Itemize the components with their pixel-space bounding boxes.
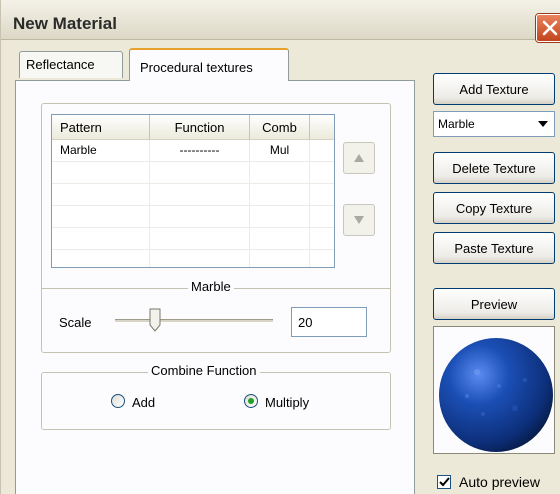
combine-function-group xyxy=(41,372,391,430)
marble-group-label: Marble xyxy=(188,279,234,294)
tab-reflectance[interactable]: Reflectance xyxy=(19,51,123,78)
table-row[interactable] xyxy=(52,184,334,206)
scale-slider-thumb[interactable] xyxy=(149,308,161,335)
cell-function xyxy=(150,206,250,228)
cell-pattern xyxy=(52,250,150,267)
tab-procedural-textures[interactable]: Procedural textures xyxy=(129,48,289,81)
cell-pattern xyxy=(52,206,150,228)
cell-comb xyxy=(250,206,310,228)
cell-function xyxy=(150,250,250,267)
add-texture-button[interactable]: Add Texture xyxy=(433,73,555,105)
move-down-button[interactable] xyxy=(343,204,375,236)
close-button[interactable] xyxy=(536,14,560,42)
material-preview-sphere xyxy=(437,336,555,457)
cell-comb: Mul xyxy=(250,140,310,162)
window-title: New Material xyxy=(13,14,117,33)
auto-preview-checkbox[interactable] xyxy=(437,475,451,489)
cell-extra xyxy=(310,140,334,162)
scale-label: Scale xyxy=(59,315,92,330)
cell-function xyxy=(150,228,250,250)
column-header-function[interactable]: Function xyxy=(150,115,250,140)
cell-function xyxy=(150,162,250,184)
pattern-table: Pattern Function Comb Marble ---------- … xyxy=(51,114,335,268)
paste-texture-button[interactable]: Paste Texture xyxy=(433,232,555,264)
cell-extra xyxy=(310,228,334,250)
combine-function-label: Combine Function xyxy=(148,363,260,378)
scale-slider[interactable] xyxy=(115,319,273,323)
cell-function xyxy=(150,184,250,206)
radio-multiply[interactable] xyxy=(244,394,258,408)
column-header-pattern[interactable]: Pattern xyxy=(52,115,150,140)
copy-texture-button[interactable]: Copy Texture xyxy=(433,192,555,224)
cell-comb xyxy=(250,162,310,184)
auto-preview-label[interactable]: Auto preview xyxy=(459,474,540,490)
column-header-empty[interactable] xyxy=(310,115,334,140)
radio-selected-dot xyxy=(248,398,254,404)
table-row[interactable] xyxy=(52,206,334,228)
delete-texture-button[interactable]: Delete Texture xyxy=(433,152,555,184)
table-row[interactable] xyxy=(52,250,334,267)
table-header: Pattern Function Comb xyxy=(52,115,334,140)
move-up-button[interactable] xyxy=(343,142,375,174)
preview-button[interactable]: Preview xyxy=(433,288,555,320)
cell-pattern xyxy=(52,184,150,206)
cell-extra xyxy=(310,184,334,206)
cell-comb xyxy=(250,250,310,267)
title-bar: New Material xyxy=(1,0,560,42)
cell-extra xyxy=(310,162,334,184)
dropdown-arrow[interactable] xyxy=(533,114,553,134)
table-row[interactable] xyxy=(52,162,334,184)
cell-pattern: Marble xyxy=(52,140,150,162)
new-material-dialog: New Material Reflectance Procedural text… xyxy=(0,0,560,494)
radio-multiply-label[interactable]: Multiply xyxy=(265,395,309,410)
radio-add-label[interactable]: Add xyxy=(132,395,155,410)
cell-comb xyxy=(250,228,310,250)
scale-input[interactable]: 20 xyxy=(291,307,367,337)
table-row[interactable] xyxy=(52,228,334,250)
radio-add[interactable] xyxy=(111,394,125,408)
cell-extra xyxy=(310,250,334,267)
cell-function: ---------- xyxy=(150,140,250,162)
cell-extra xyxy=(310,206,334,228)
column-header-comb[interactable]: Comb xyxy=(250,115,310,140)
cell-comb xyxy=(250,184,310,206)
table-row[interactable]: Marble ---------- Mul xyxy=(52,140,334,162)
cell-pattern xyxy=(52,228,150,250)
cell-pattern xyxy=(52,162,150,184)
